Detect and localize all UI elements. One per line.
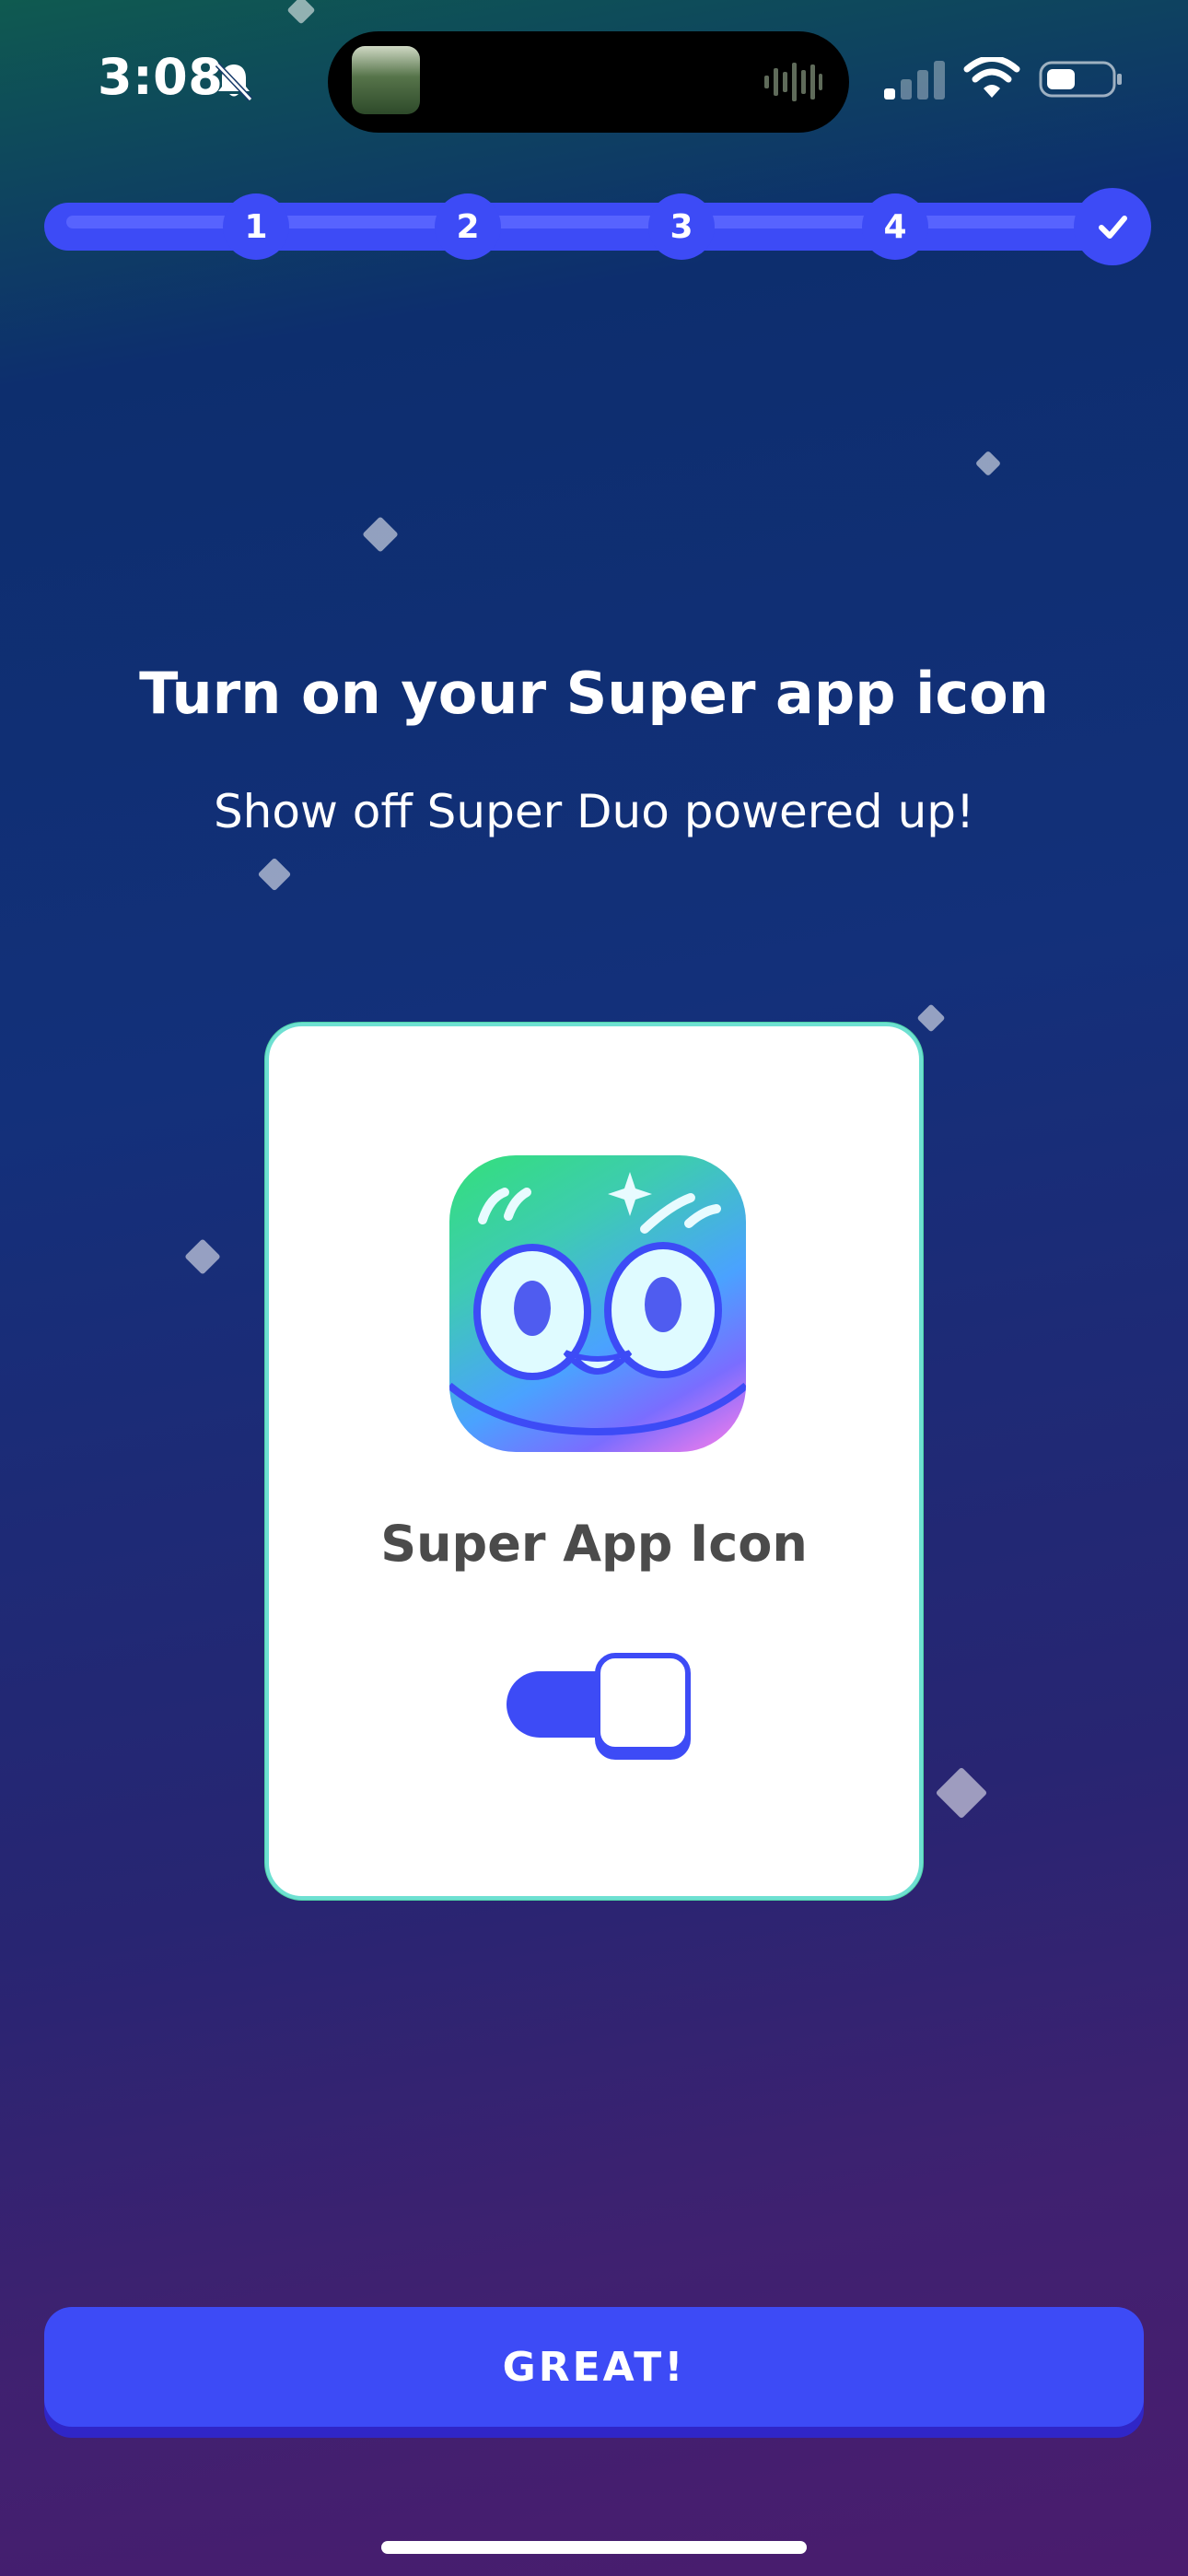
- progress-step-1: 1: [223, 193, 289, 260]
- status-bar: 3:08: [0, 0, 1188, 157]
- checkmark-icon: [1099, 216, 1127, 239]
- page-subtitle: Show off Super Duo powered up!: [213, 785, 975, 838]
- bell-slash-icon: [215, 62, 253, 102]
- lesson-progress-bar: 1 2 3 4: [44, 188, 1151, 265]
- home-indicator: [381, 2541, 807, 2554]
- dynamic-island: [328, 31, 849, 133]
- page-title: Turn on your Super app icon: [139, 660, 1049, 727]
- sparkle-decoration: [362, 516, 399, 553]
- card-label: Super App Icon: [380, 1515, 808, 1573]
- super-app-icon-card: Super App Icon: [265, 1023, 923, 1900]
- progress-step-4: 4: [862, 193, 928, 260]
- super-duo-app-icon: [449, 1155, 746, 1452]
- toggle-knob: [595, 1653, 691, 1752]
- sparkle-decoration: [974, 450, 1002, 477]
- cellular-signal-icon: [884, 61, 945, 100]
- super-app-icon-toggle[interactable]: [507, 1653, 691, 1756]
- sparkle-decoration: [916, 1003, 946, 1033]
- sparkle-decoration: [184, 1238, 221, 1275]
- status-time: 3:08: [98, 48, 224, 106]
- progress-step-3: 3: [648, 193, 715, 260]
- now-playing-thumbnail: [352, 46, 420, 114]
- sparkle-decoration: [257, 857, 292, 892]
- progress-step-complete: [1074, 188, 1151, 265]
- progress-step-2: 2: [435, 193, 501, 260]
- great-button[interactable]: GREAT!: [44, 2307, 1144, 2427]
- sparkle-decoration: [935, 1766, 988, 1820]
- battery-icon: [1039, 61, 1122, 98]
- audio-waveform-icon: [764, 63, 822, 101]
- owl-face-icon: [449, 1172, 746, 1436]
- wifi-icon: [963, 57, 1020, 98]
